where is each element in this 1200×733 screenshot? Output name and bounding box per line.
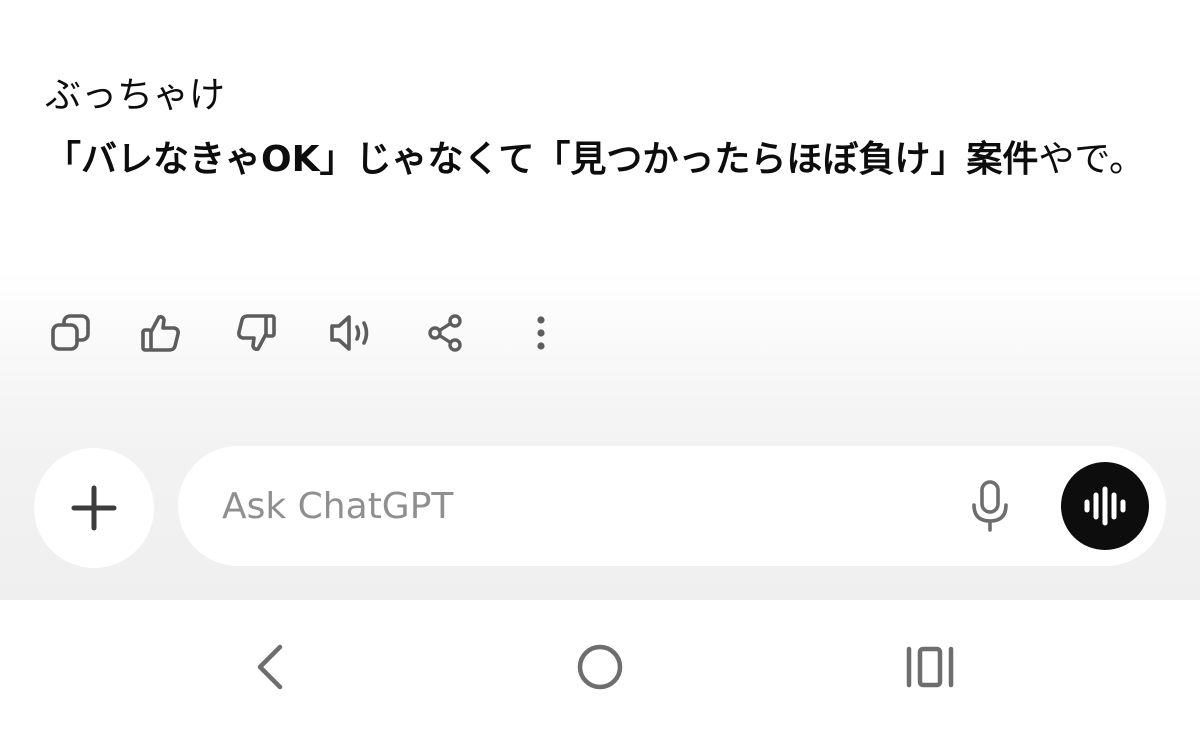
message-bold-text: 「バレなきゃOK」じゃなくて「見つかったらほぼ負け」案件 xyxy=(45,139,1039,180)
thumbs-up-icon xyxy=(141,315,180,352)
share-button[interactable] xyxy=(421,308,471,358)
voice-mode-button[interactable] xyxy=(1061,462,1149,550)
speaker-icon xyxy=(330,315,369,351)
nav-home-button[interactable] xyxy=(565,635,635,699)
copy-icon xyxy=(51,314,90,351)
nav-back-button[interactable] xyxy=(235,635,305,699)
share-icon xyxy=(428,314,462,352)
system-navigation-bar xyxy=(0,600,1200,733)
ask-input[interactable] xyxy=(222,480,922,532)
microphone-icon xyxy=(972,480,1008,532)
read-aloud-button[interactable] xyxy=(326,308,376,358)
copy-button[interactable] xyxy=(46,308,96,358)
message-line-1: ぶっちゃけ xyxy=(45,75,226,116)
composer xyxy=(178,446,1166,566)
nav-recents-button[interactable] xyxy=(895,635,965,699)
add-attachment-button[interactable] xyxy=(34,448,154,568)
assistant-message: ぶっちゃけ 「バレなきゃOK」じゃなくて「見つかったらほぼ負け」案件やで。 xyxy=(45,68,1155,196)
voice-mode-icon xyxy=(1084,486,1126,526)
more-vertical-icon xyxy=(537,316,545,350)
recent-apps-icon xyxy=(906,646,954,688)
more-button[interactable] xyxy=(516,308,566,358)
message-normal-tail: やで。 xyxy=(1038,139,1145,180)
circle-home-icon xyxy=(577,644,623,690)
thumbs-down-icon xyxy=(237,314,276,351)
message-actions xyxy=(46,308,586,358)
bad-response-button[interactable] xyxy=(231,308,281,358)
good-response-button[interactable] xyxy=(136,308,186,358)
message-emphasis: 「バレなきゃOK」じゃなくて「見つかったらほぼ負け」案件やで。 xyxy=(45,124,1155,196)
dictate-button[interactable] xyxy=(958,474,1022,538)
chevron-left-icon xyxy=(257,644,283,690)
chat-area: ぶっちゃけ 「バレなきゃOK」じゃなくて「見つかったらほぼ負け」案件やで。 xyxy=(0,0,1200,600)
plus-icon xyxy=(71,485,117,531)
